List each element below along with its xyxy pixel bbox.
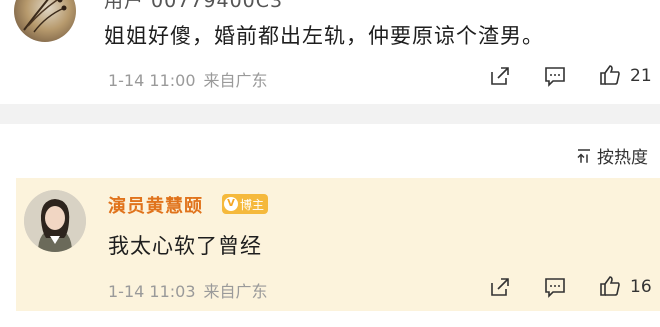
comment-meta: 1-14 11:03 来自广东 [108, 278, 268, 302]
comment-text: 我太心软了曾经 [108, 234, 262, 258]
avatar[interactable] [14, 0, 76, 42]
like-icon[interactable] [598, 274, 622, 298]
comment-card-top: 用户 00779400C3 姐姐好傻，婚前都出左轨，仲要原谅个渣男。 1-14 … [0, 0, 660, 104]
comment-icon[interactable] [543, 275, 567, 299]
like-icon[interactable] [598, 63, 622, 87]
sort-icon [575, 147, 593, 165]
like-count: 16 [630, 277, 652, 297]
username[interactable]: 用户 00779400C3 [104, 0, 283, 13]
share-icon[interactable] [488, 275, 512, 299]
timestamp: 1-14 11:00 [108, 71, 196, 90]
sort-button[interactable]: 按热度 [575, 143, 648, 168]
share-icon[interactable] [488, 64, 512, 88]
comment-text: 姐姐好傻，婚前都出左轨，仲要原谅个渣男。 [104, 24, 544, 48]
verified-icon: V [224, 197, 238, 211]
location: 来自广东 [203, 282, 268, 301]
comment-meta: 1-14 11:00 来自广东 [108, 67, 268, 91]
location: 来自广东 [203, 71, 268, 90]
badge-label: 博主 [240, 197, 265, 212]
sort-label: 按热度 [597, 148, 648, 168]
comment-icon[interactable] [543, 64, 567, 88]
author-badge: V 博主 [222, 194, 269, 214]
avatar[interactable] [24, 190, 86, 252]
author-username[interactable]: 演员黄慧颐 [108, 192, 203, 218]
like-count: 21 [630, 66, 652, 86]
timestamp: 1-14 11:03 [108, 282, 196, 301]
